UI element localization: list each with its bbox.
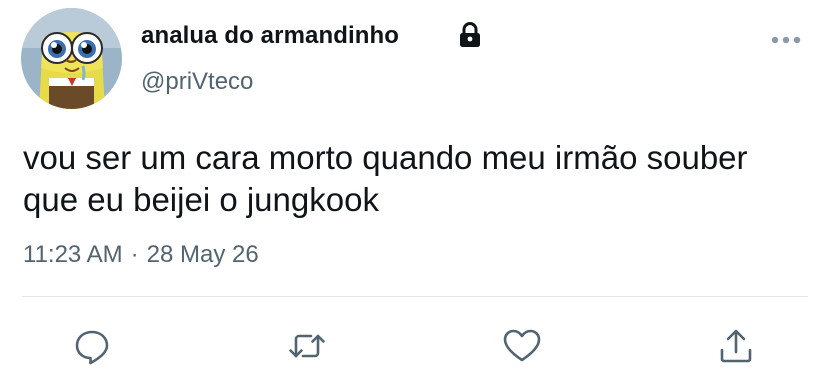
- divider: [22, 296, 808, 297]
- retweet-button[interactable]: [287, 326, 327, 366]
- like-button[interactable]: [502, 326, 542, 366]
- heart-icon: [503, 329, 541, 362]
- tweet-time[interactable]: 11:23 AM: [23, 241, 123, 268]
- tweet-text: vou ser um cara morto quando meu irmão s…: [23, 139, 748, 218]
- display-name[interactable]: analua do armandinho: [141, 22, 399, 50]
- tweet-meta: 11:23 AM · 28 May 26: [23, 241, 259, 269]
- tweet-date[interactable]: 28 May 26: [147, 241, 259, 268]
- reply-button[interactable]: [72, 326, 112, 366]
- cartoon-avatar-image: [21, 8, 122, 109]
- avatar[interactable]: [21, 8, 122, 109]
- share-icon: [720, 329, 752, 363]
- meta-separator: ·: [130, 241, 139, 268]
- more-icon[interactable]: [770, 34, 802, 46]
- retweet-icon: [289, 334, 325, 358]
- lock-icon: [460, 22, 480, 47]
- reply-icon: [75, 330, 109, 365]
- tweet-card: analua do armandinho @priVteco vou ser u…: [0, 0, 828, 392]
- user-handle[interactable]: @priVteco: [141, 68, 253, 96]
- share-button[interactable]: [716, 326, 756, 366]
